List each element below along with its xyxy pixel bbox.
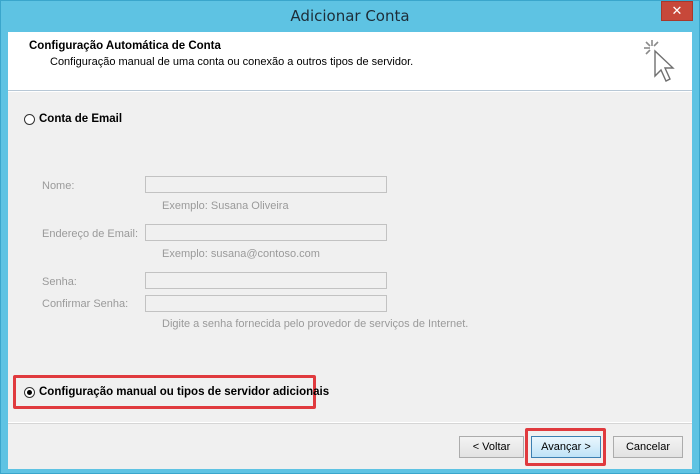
email-hint: Exemplo: susana@contoso.com bbox=[162, 248, 320, 260]
email-input bbox=[145, 224, 387, 241]
header-title: Configuração Automática de Conta bbox=[29, 40, 221, 52]
manual-setup-option[interactable]: Configuração manual ou tipos de servidor… bbox=[24, 386, 329, 398]
email-account-option[interactable]: Conta de Email bbox=[24, 113, 122, 125]
button-bar: < Voltar Avançar > Cancelar bbox=[8, 423, 692, 469]
header-subtitle: Configuração manual de uma conta ou cone… bbox=[50, 56, 414, 68]
back-button[interactable]: < Voltar bbox=[459, 436, 524, 458]
name-label: Nome: bbox=[42, 180, 75, 192]
password-hint: Digite a senha fornecida pelo provedor d… bbox=[162, 318, 469, 330]
manual-setup-radio[interactable] bbox=[24, 386, 35, 398]
password-input bbox=[145, 272, 387, 289]
close-button[interactable]: ✕ bbox=[661, 1, 693, 21]
dialog-client-area: Configuração Automática de Conta Configu… bbox=[8, 32, 692, 469]
confirm-password-input bbox=[145, 295, 387, 312]
confirm-password-label: Confirmar Senha: bbox=[42, 298, 129, 310]
window-title: Adicionar Conta bbox=[290, 7, 410, 25]
wizard-header: Configuração Automática de Conta Configu… bbox=[8, 32, 692, 91]
name-hint: Exemplo: Susana Oliveira bbox=[162, 200, 289, 212]
add-account-window: Adicionar Conta ✕ Configuração Automátic… bbox=[0, 0, 700, 474]
manual-setup-label: Configuração manual ou tipos de servidor… bbox=[39, 386, 330, 398]
email-account-label: Conta de Email bbox=[39, 113, 123, 125]
password-label: Senha: bbox=[42, 276, 77, 288]
title-bar[interactable]: Adicionar Conta ✕ bbox=[1, 1, 699, 32]
cancel-button[interactable]: Cancelar bbox=[613, 436, 683, 458]
account-form-panel: Conta de Email Nome: Exemplo: Susana Oli… bbox=[8, 92, 692, 422]
email-account-radio[interactable] bbox=[24, 113, 35, 125]
wizard-cursor-icon bbox=[644, 40, 675, 82]
name-input bbox=[145, 176, 387, 193]
next-button[interactable]: Avançar > bbox=[531, 436, 601, 458]
email-label: Endereço de Email: bbox=[42, 228, 138, 240]
